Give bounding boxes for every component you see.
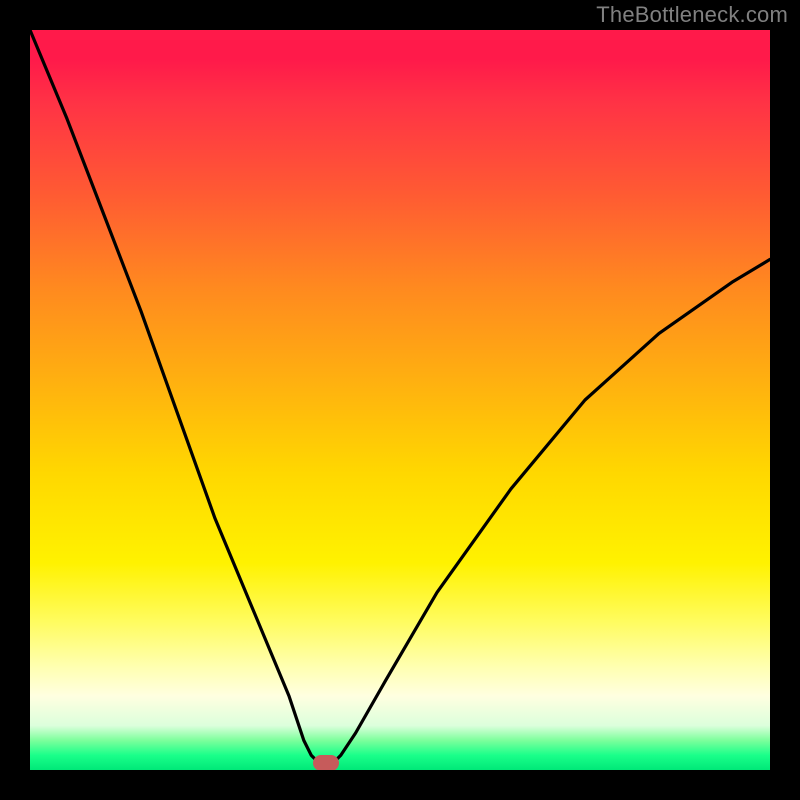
chart-frame: TheBottleneck.com bbox=[0, 0, 800, 800]
optimal-point-marker bbox=[313, 755, 339, 770]
bottleneck-curve bbox=[30, 30, 770, 770]
plot-area bbox=[30, 30, 770, 770]
watermark-text: TheBottleneck.com bbox=[596, 2, 788, 28]
curve-right-branch bbox=[333, 259, 770, 762]
curve-left-branch bbox=[30, 30, 333, 763]
